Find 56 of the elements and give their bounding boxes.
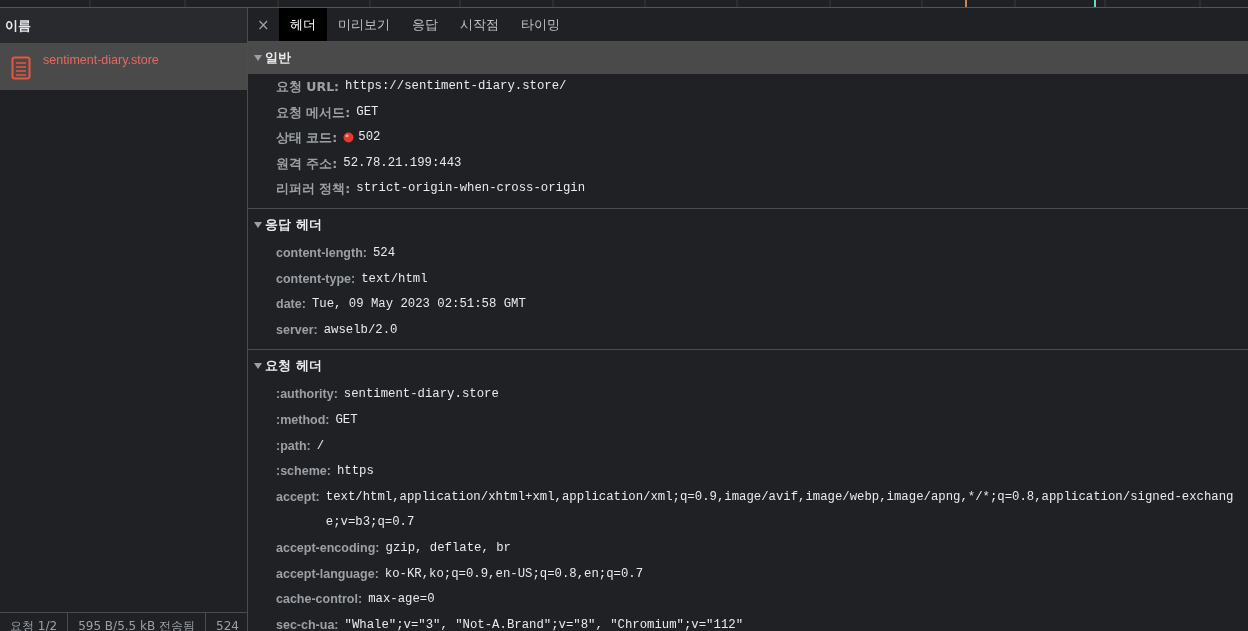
header-name: 상태 코드:: [276, 129, 338, 148]
section-header[interactable]: 일반: [248, 42, 1248, 74]
header-name: date:: [276, 296, 306, 314]
tab[interactable]: 타이밍: [509, 8, 571, 41]
header-name: accept-encoding:: [276, 539, 380, 557]
triangle-icon: [254, 363, 262, 370]
header-value: https://sentiment-diary.store/: [345, 78, 567, 95]
header-value: text/html: [361, 270, 428, 288]
header-name: :authority:: [276, 386, 338, 404]
header-name: accept-language:: [276, 565, 379, 583]
header-value: sentiment-diary.store: [343, 386, 499, 404]
triangle-icon: [254, 221, 262, 228]
header-value: GET: [356, 103, 379, 121]
section-header[interactable]: 요청 헤더: [248, 350, 1248, 383]
status-text: 요청 1/2: [0, 613, 69, 631]
header-value: 524: [372, 244, 396, 262]
column-header[interactable]: 이름: [0, 8, 247, 44]
header-name: :scheme:: [276, 463, 331, 481]
header-value: awselb/2.0: [323, 321, 398, 339]
header-name: sec-ch-ua:: [276, 616, 339, 631]
header-name: content-length:: [276, 244, 367, 262]
header-name: 요청 URL:: [276, 78, 340, 96]
close-button[interactable]: ×: [248, 8, 279, 41]
header-name: 요청 메서드:: [276, 103, 351, 122]
header-value: https: [336, 463, 374, 481]
header-value: /: [316, 437, 325, 455]
triangle-icon: [254, 55, 262, 61]
tab[interactable]: 시작점: [448, 8, 510, 41]
header-value: gzip, deflate, br: [385, 539, 511, 557]
header-name: 원격 주소:: [276, 154, 338, 173]
header-name: :method:: [276, 411, 330, 429]
section-header[interactable]: 응답 헤더: [248, 208, 1248, 241]
header-name: server:: [276, 321, 318, 339]
header-value: 52.78.21.199:443: [343, 154, 462, 172]
tab[interactable]: 응답: [400, 8, 449, 41]
header-value: "Whale";v="3", "Not-A.Brand";v="8", "Chromium";v="112": [344, 616, 743, 631]
document-icon: [11, 56, 31, 80]
header-value: Tue, 09 May 2023 02:51:58 GMT: [311, 296, 526, 314]
header-value: max-age=0: [368, 591, 435, 609]
header-value: GET: [335, 411, 358, 429]
header-name: 리퍼러 정책:: [276, 180, 351, 199]
request-name: sentiment-diary.store: [43, 53, 159, 67]
section-title: 요청 헤더: [265, 357, 322, 376]
header-value: ko-KR,ko;q=0.9,en-US;q=0.8,en;q=0.7: [384, 565, 644, 583]
section-title: 일반: [265, 49, 291, 67]
header-name: content-type:: [276, 270, 356, 288]
header-name: cache-control:: [276, 591, 363, 609]
header-value: strict-origin-when-cross-origin: [356, 180, 586, 198]
header-name: accept:: [276, 488, 320, 506]
status-text: 524: [206, 613, 247, 631]
status-text: 595 B/5.5 kB 전송됨: [68, 613, 207, 631]
tab[interactable]: 헤더: [278, 8, 327, 41]
header-value: 502: [358, 129, 381, 147]
tab[interactable]: 미리보기: [326, 8, 401, 41]
section-title: 응답 헤더: [265, 215, 322, 234]
header-name: :path:: [276, 437, 311, 455]
